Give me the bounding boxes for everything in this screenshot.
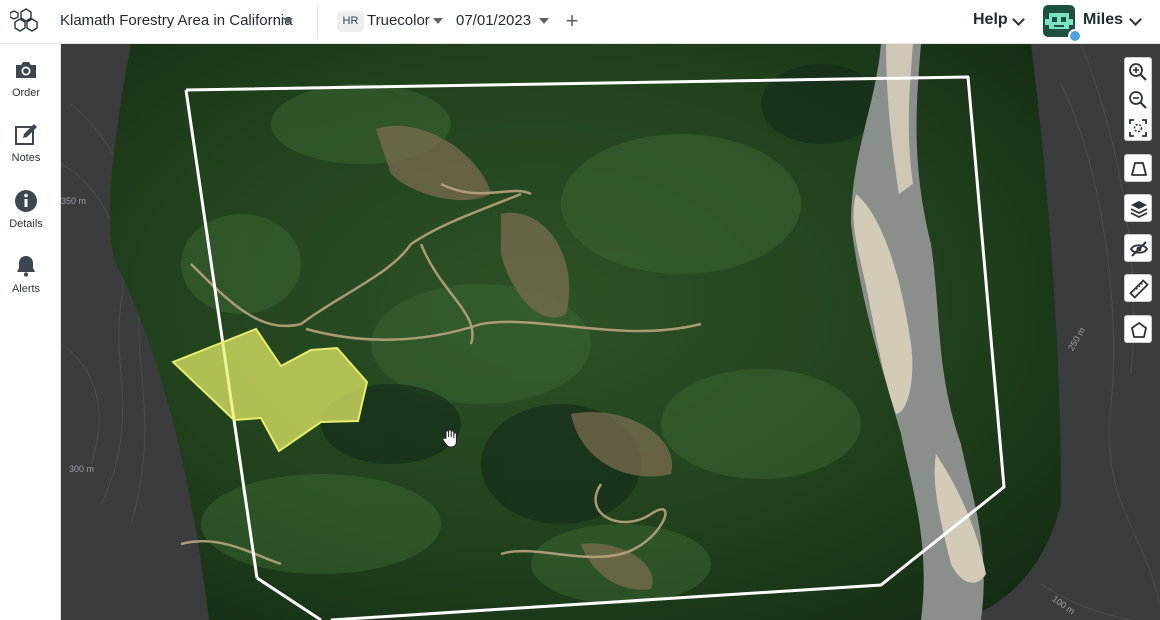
user-name[interactable]: Miles bbox=[1083, 11, 1123, 29]
contour-label: 350 m bbox=[61, 196, 87, 206]
hand-cursor-icon bbox=[442, 429, 457, 448]
sidebar-item-label: Order bbox=[11, 87, 41, 99]
date-select[interactable]: 07/01/2023 bbox=[456, 12, 531, 29]
sidebar: Order Notes Details Alerts bbox=[0, 44, 61, 620]
contour-label: 300 m bbox=[69, 464, 95, 474]
sidebar-item-order[interactable]: Order bbox=[0, 57, 52, 113]
map-viewport[interactable]: 350 m 300 m 250 m 100 m bbox=[61, 44, 1160, 620]
divider bbox=[317, 6, 318, 38]
sidebar-item-notes[interactable]: Notes bbox=[0, 122, 52, 178]
aoi-shape-icon bbox=[1131, 162, 1147, 176]
zoom-out-icon bbox=[1129, 91, 1147, 109]
sidebar-item-label: Alerts bbox=[11, 283, 41, 295]
add-layer-button[interactable]: + bbox=[562, 6, 582, 36]
polygon-draw-button[interactable] bbox=[1124, 315, 1152, 343]
zoom-in-icon bbox=[1129, 63, 1147, 81]
sidebar-item-label: Details bbox=[9, 218, 43, 230]
layer-select[interactable]: Truecolor bbox=[367, 12, 430, 29]
top-bar: Klamath Forestry Area in California HR T… bbox=[0, 0, 1160, 44]
sidebar-item-label: Notes bbox=[11, 152, 41, 164]
sidebar-item-details[interactable]: Details bbox=[0, 188, 52, 244]
layers-button[interactable] bbox=[1124, 194, 1152, 222]
aoi-dropdown-icon[interactable] bbox=[283, 18, 293, 24]
zoom-out-button[interactable] bbox=[1125, 86, 1151, 114]
hide-overlay-button[interactable] bbox=[1124, 234, 1152, 262]
camera-icon bbox=[16, 62, 36, 78]
hexagon-logo-icon[interactable] bbox=[10, 6, 42, 38]
aoi-shape-button[interactable] bbox=[1124, 154, 1152, 182]
fit-bounds-button[interactable] bbox=[1125, 114, 1151, 142]
resolution-badge: HR bbox=[337, 11, 364, 32]
help-chevron-down-icon[interactable] bbox=[1012, 13, 1025, 26]
date-dropdown-icon[interactable] bbox=[539, 18, 549, 24]
ruler-icon bbox=[1129, 279, 1149, 299]
ruler-button[interactable] bbox=[1124, 274, 1152, 302]
zoom-in-button[interactable] bbox=[1125, 58, 1151, 86]
bell-icon bbox=[17, 256, 35, 277]
sidebar-item-alerts[interactable]: Alerts bbox=[0, 253, 52, 309]
user-chevron-down-icon[interactable] bbox=[1129, 13, 1142, 26]
zoom-controls bbox=[1124, 57, 1152, 141]
layer-dropdown-icon[interactable] bbox=[433, 18, 443, 24]
fit-bounds-icon bbox=[1129, 119, 1147, 137]
aoi-name[interactable]: Klamath Forestry Area in California bbox=[60, 12, 293, 29]
edit-icon bbox=[15, 124, 37, 145]
layers-icon bbox=[1130, 201, 1148, 219]
hide-icon bbox=[1129, 241, 1149, 257]
info-icon bbox=[15, 190, 37, 212]
status-dot bbox=[1068, 29, 1082, 43]
help-menu[interactable]: Help bbox=[973, 11, 1008, 29]
polygon-draw-icon bbox=[1131, 322, 1147, 338]
satellite-map[interactable] bbox=[61, 44, 1160, 620]
